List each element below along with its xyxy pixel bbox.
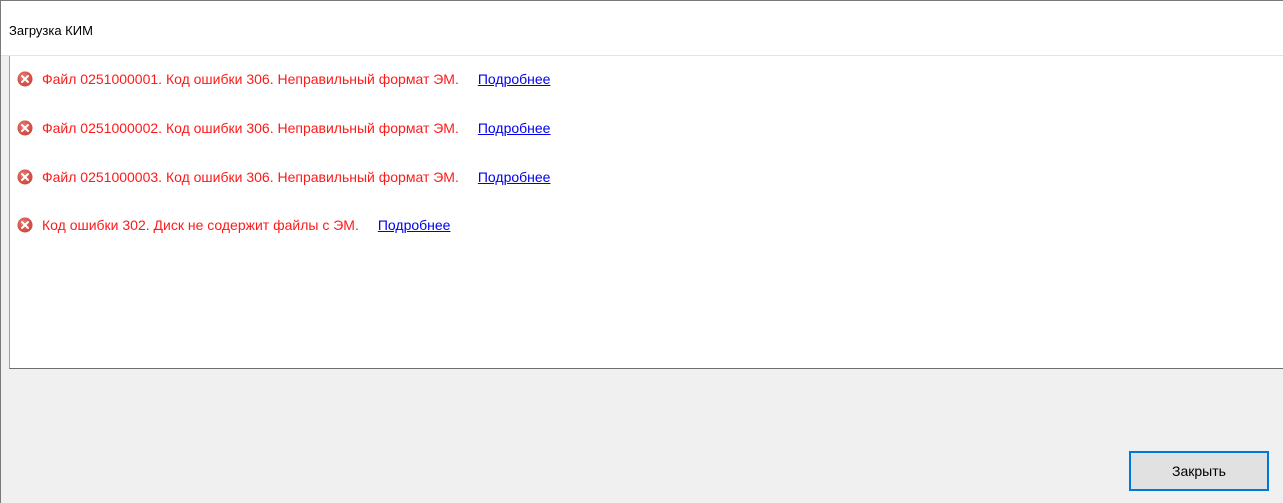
details-link[interactable]: Подробнее <box>478 169 551 185</box>
list-item: Файл 0251000003. Код ошибки 306. Неправи… <box>17 167 550 187</box>
error-message: Файл 0251000003. Код ошибки 306. Неправи… <box>42 169 459 185</box>
list-item: Код ошибки 302. Диск не содержит файлы с… <box>17 215 450 235</box>
close-button[interactable]: Закрыть <box>1129 451 1269 491</box>
list-item: Файл 0251000002. Код ошибки 306. Неправи… <box>17 118 550 138</box>
details-link[interactable]: Подробнее <box>378 217 451 233</box>
dialog-footer: Закрыть <box>1 369 1283 503</box>
error-icon <box>17 71 33 87</box>
error-message: Файл 0251000002. Код ошибки 306. Неправи… <box>42 120 459 136</box>
details-link[interactable]: Подробнее <box>478 120 551 136</box>
details-link[interactable]: Подробнее <box>478 71 551 87</box>
error-message: Файл 0251000001. Код ошибки 306. Неправи… <box>42 71 459 87</box>
title-bar: Загрузка КИМ <box>1 0 1283 56</box>
message-list: Файл 0251000001. Код ошибки 306. Неправи… <box>9 56 1283 369</box>
error-icon <box>17 120 33 136</box>
error-message: Код ошибки 302. Диск не содержит файлы с… <box>42 217 359 233</box>
error-icon <box>17 169 33 185</box>
error-icon <box>17 217 33 233</box>
window-title: Загрузка КИМ <box>9 23 93 38</box>
dialog-window: Загрузка КИМ Файл 0251000001. Код ошибки… <box>0 0 1283 503</box>
list-item: Файл 0251000001. Код ошибки 306. Неправи… <box>17 69 550 89</box>
